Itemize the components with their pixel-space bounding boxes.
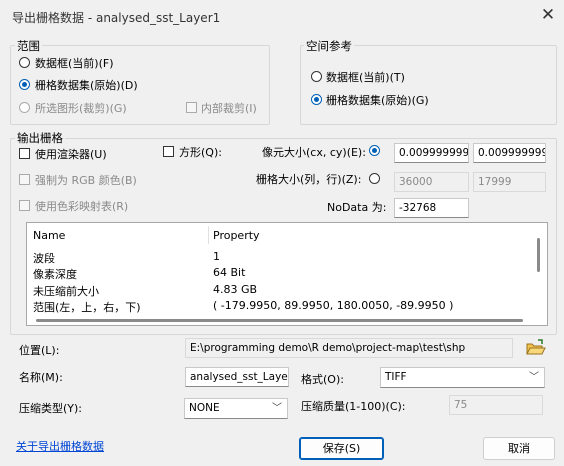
window-title: 导出栅格数据 - analysed_sst_Layer1 bbox=[12, 11, 221, 25]
raster-size-label: 栅格大小(列，行)(Z): bbox=[256, 173, 362, 186]
force-rgb-label: 强制为 RGB 颜色(B) bbox=[35, 174, 137, 187]
property-value: 4.83 GB bbox=[213, 283, 258, 296]
name-label: 名称(M): bbox=[19, 371, 63, 384]
extent-dataset-radio[interactable] bbox=[19, 79, 30, 90]
property-name: 波段 bbox=[33, 252, 55, 265]
nodata-input[interactable]: -32768 bbox=[394, 198, 469, 218]
close-icon[interactable]: ✕ bbox=[536, 3, 560, 27]
extent-dataframe-label[interactable]: 数据框(当前)(F) bbox=[35, 55, 114, 71]
cell-size-y-input[interactable]: 0.0099999994 bbox=[473, 143, 546, 163]
square-checkbox[interactable] bbox=[163, 146, 174, 157]
extent-dataset-label[interactable]: 栅格数据集(原始)(D) bbox=[35, 77, 138, 93]
format-label: 格式(O): bbox=[301, 373, 344, 386]
compression-type-select[interactable]: NONE ﹀ bbox=[184, 398, 288, 419]
location-label: 位置(L): bbox=[19, 344, 60, 357]
use-renderer-checkbox[interactable] bbox=[19, 148, 30, 159]
compression-type-label: 压缩类型(Y): bbox=[19, 402, 83, 415]
browse-folder-icon[interactable] bbox=[524, 337, 546, 359]
property-value: 1 bbox=[213, 250, 220, 263]
format-select[interactable]: TIFF ﹀ bbox=[380, 367, 545, 388]
force-rgb-checkbox[interactable] bbox=[19, 174, 30, 185]
square-label[interactable]: 方形(Q): bbox=[179, 144, 222, 160]
use-colormap-checkbox[interactable] bbox=[19, 200, 30, 211]
output-raster-legend: 输出栅格 bbox=[15, 130, 65, 146]
cell-size-radio[interactable] bbox=[369, 145, 380, 156]
cell-size-label: 像元大小(cx, cy)(E): bbox=[262, 146, 366, 159]
property-value: 64 Bit bbox=[213, 266, 246, 279]
spatial-ref-legend: 空间参考 bbox=[304, 38, 354, 54]
raster-rows-input[interactable]: 17999 bbox=[473, 172, 546, 192]
clip-inside-label: 内部裁剪(I) bbox=[201, 102, 257, 115]
chevron-down-icon: ﹀ bbox=[529, 372, 539, 383]
sr-dataset-label[interactable]: 栅格数据集(原始)(G) bbox=[326, 92, 429, 108]
property-value: ( -179.9950, 89.9950, 180.0050, -89.9950… bbox=[213, 299, 454, 312]
clip-inside-checkbox[interactable] bbox=[186, 102, 197, 113]
help-link[interactable]: 关于导出栅格数据 bbox=[16, 438, 104, 454]
save-button[interactable]: 保存(S) bbox=[299, 437, 384, 460]
extent-legend: 范围 bbox=[15, 38, 42, 54]
column-divider bbox=[208, 226, 209, 244]
spatial-ref-group bbox=[300, 45, 557, 125]
name-input[interactable]: analysed_sst_Layer bbox=[185, 367, 289, 387]
sr-dataframe-label[interactable]: 数据框(当前)(T) bbox=[326, 69, 405, 85]
location-field[interactable]: E:\programming demo\R demo\project-map\t… bbox=[185, 338, 513, 358]
use-colormap-label: 使用色彩映射表(R) bbox=[35, 200, 129, 213]
compression-type-value: NONE bbox=[189, 402, 220, 414]
compression-quality-label: 压缩质量(1-100)(C): bbox=[301, 400, 406, 413]
vertical-scrollbar-thumb[interactable] bbox=[537, 238, 540, 272]
horizontal-scrollbar-thumb[interactable] bbox=[36, 319, 523, 322]
column-header-name[interactable]: Name bbox=[33, 229, 65, 242]
sr-dataset-radio[interactable] bbox=[311, 94, 322, 105]
property-name: 像素深度 bbox=[33, 268, 77, 281]
extent-graphics-label: 所选图形(裁剪)(G) bbox=[35, 102, 127, 115]
extent-dataframe-radio[interactable] bbox=[19, 57, 30, 68]
format-value: TIFF bbox=[385, 371, 407, 383]
compression-quality-input[interactable]: 75 bbox=[449, 395, 543, 415]
raster-size-radio[interactable] bbox=[369, 173, 380, 184]
chevron-down-icon: ﹀ bbox=[272, 403, 282, 414]
cell-size-x-input[interactable]: 0.0099999994 bbox=[394, 143, 469, 163]
raster-cols-input[interactable]: 36000 bbox=[394, 172, 469, 192]
column-header-property[interactable]: Property bbox=[213, 229, 260, 242]
extent-graphics-radio[interactable] bbox=[19, 102, 30, 113]
property-name: 未压缩前大小 bbox=[33, 285, 99, 298]
cancel-button[interactable]: 取消 bbox=[483, 437, 555, 460]
sr-dataframe-radio[interactable] bbox=[311, 71, 322, 82]
use-renderer-label[interactable]: 使用渲染器(U) bbox=[35, 146, 107, 162]
property-name: 范围(左，上，右，下) bbox=[33, 301, 141, 314]
nodata-label: NoData 为: bbox=[327, 201, 387, 214]
